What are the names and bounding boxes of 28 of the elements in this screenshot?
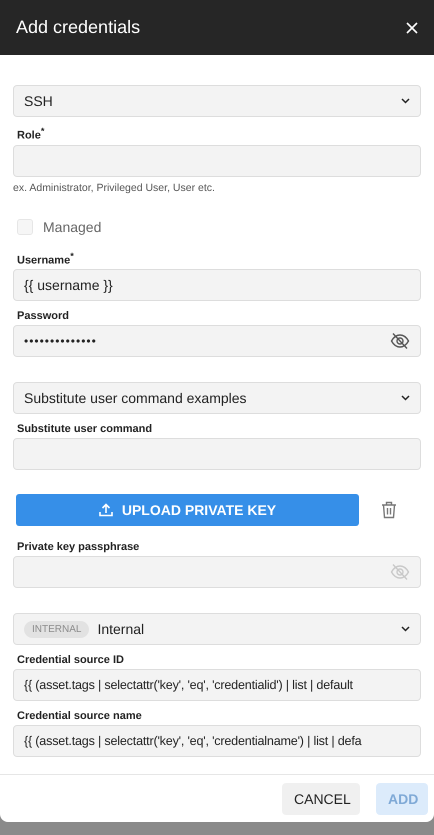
field-label: Role$^{*}$ <box>17 126 46 142</box>
input-field[interactable]: {{ (asset.tags | selectattr('key', 'eq', 'credentialname') | list | defa <box>13 725 421 758</box>
upload-icon <box>98 503 113 518</box>
dropdown-field[interactable]: SSH <box>13 85 421 117</box>
password-field[interactable]: •••••••••••••• <box>13 325 421 358</box>
dropdown-field[interactable]: INTERNAL Internal <box>13 613 421 646</box>
chevron-down-icon <box>401 395 410 402</box>
dialog-title: Add credentials <box>16 17 140 38</box>
close-icon[interactable] <box>406 22 418 34</box>
input-field[interactable]: {{ (asset.tags | selectattr('key', 'eq', 'credentialid') | list | default <box>13 669 421 702</box>
dropdown-field[interactable]: Substitute user command examples <box>13 382 421 414</box>
field-label: Private key passphrase <box>17 541 140 554</box>
field-label: Credential source name <box>17 710 143 722</box>
field-label: Password <box>17 310 70 322</box>
chevron-down-icon <box>401 626 410 632</box>
source-badge: INTERNAL <box>24 620 90 638</box>
input-field[interactable] <box>13 438 421 470</box>
cancel-button[interactable]: CANCEL <box>282 783 360 815</box>
field-label: Username$^{*}$ <box>17 250 75 266</box>
chevron-down-icon <box>401 98 410 104</box>
eye-slash-icon[interactable] <box>390 332 410 350</box>
input-field[interactable]: {{ username }} <box>13 269 421 302</box>
field-label: Credential source ID <box>17 654 125 666</box>
input-field[interactable] <box>13 144 421 177</box>
hint-text: ex. Administrator, Privileged User, User etc. <box>13 182 216 194</box>
checkbox-label: Managed <box>43 218 102 235</box>
trash-icon[interactable] <box>381 501 397 520</box>
field-label: Substitute user command <box>17 423 154 436</box>
